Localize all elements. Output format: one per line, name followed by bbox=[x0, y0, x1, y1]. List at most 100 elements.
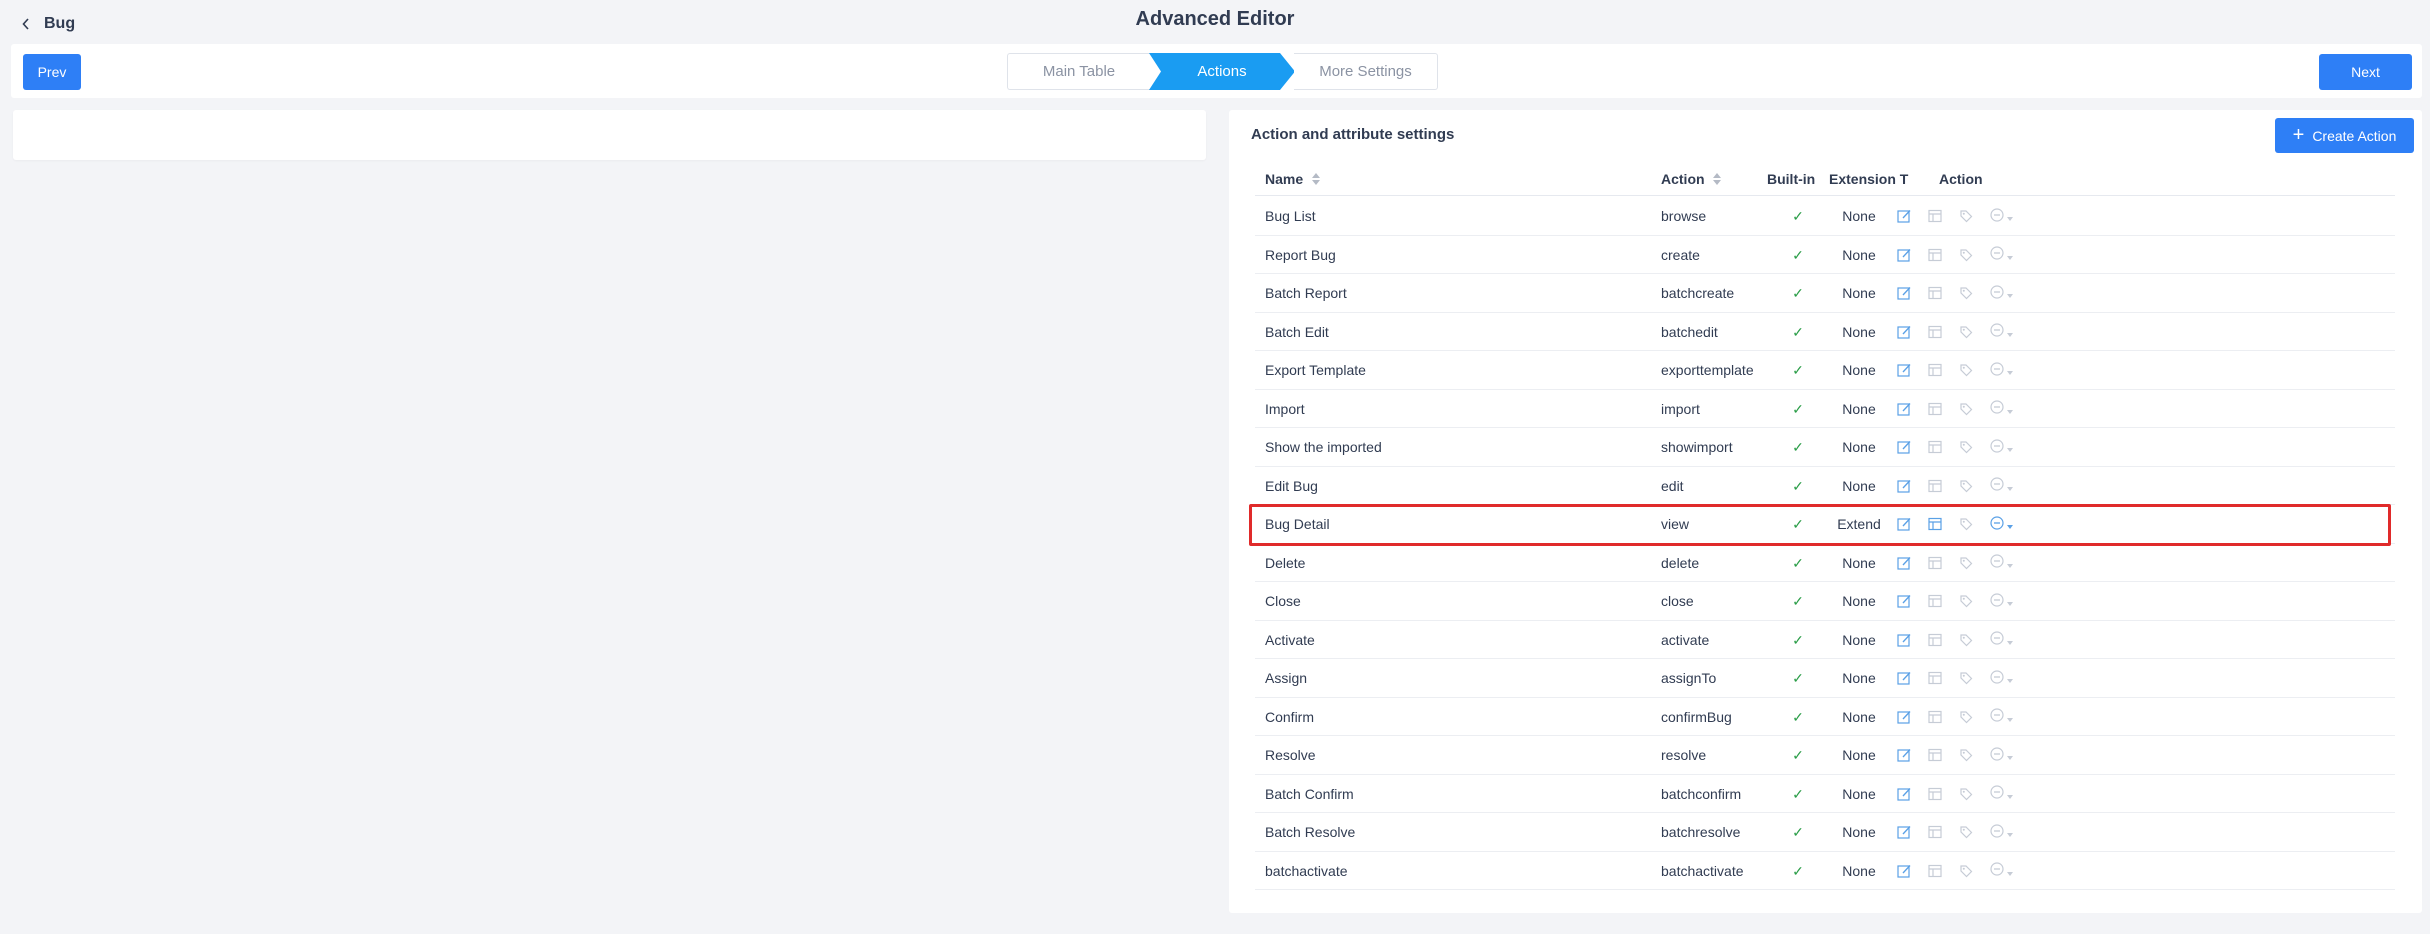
layout-icon[interactable] bbox=[1927, 863, 1943, 879]
layout-icon[interactable] bbox=[1927, 362, 1943, 378]
layout-icon[interactable] bbox=[1927, 439, 1943, 455]
tag-icon[interactable] bbox=[1958, 439, 1974, 455]
table-row[interactable]: Delete delete ✓ None bbox=[1255, 544, 2395, 582]
more-menu-button[interactable] bbox=[1989, 284, 2013, 303]
more-menu-button[interactable] bbox=[1989, 861, 2013, 880]
tag-icon[interactable] bbox=[1958, 555, 1974, 571]
layout-icon[interactable] bbox=[1927, 747, 1943, 763]
tag-icon[interactable] bbox=[1958, 516, 1974, 532]
layout-icon[interactable] bbox=[1927, 670, 1943, 686]
edit-icon[interactable] bbox=[1896, 324, 1912, 340]
layout-icon[interactable] bbox=[1927, 593, 1943, 609]
table-row[interactable]: Report Bug create ✓ None bbox=[1255, 236, 2395, 274]
edit-icon[interactable] bbox=[1896, 516, 1912, 532]
column-action-header[interactable]: Action bbox=[1661, 162, 1722, 196]
step-more-settings[interactable]: More Settings bbox=[1294, 53, 1438, 90]
more-menu-button[interactable] bbox=[1989, 784, 2013, 803]
edit-icon[interactable] bbox=[1896, 709, 1912, 725]
more-menu-button[interactable] bbox=[1989, 438, 2013, 457]
tag-icon[interactable] bbox=[1958, 670, 1974, 686]
step-main-table[interactable]: Main Table bbox=[1007, 53, 1150, 90]
table-row[interactable]: Batch Resolve batchresolve ✓ None bbox=[1255, 813, 2395, 852]
layout-icon[interactable] bbox=[1927, 709, 1943, 725]
layout-icon[interactable] bbox=[1927, 555, 1943, 571]
next-button[interactable]: Next bbox=[2319, 54, 2412, 90]
table-row[interactable]: Batch Report batchcreate ✓ None bbox=[1255, 274, 2395, 313]
table-row[interactable]: Activate activate ✓ None bbox=[1255, 621, 2395, 659]
table-row[interactable]: Bug Detail view ✓ Extend bbox=[1255, 505, 2395, 544]
tag-icon[interactable] bbox=[1958, 247, 1974, 263]
more-menu-button[interactable] bbox=[1989, 669, 2013, 688]
create-action-button[interactable]: + Create Action bbox=[2275, 118, 2414, 153]
tag-icon[interactable] bbox=[1958, 863, 1974, 879]
edit-icon[interactable] bbox=[1896, 247, 1912, 263]
tag-icon[interactable] bbox=[1958, 478, 1974, 494]
table-row[interactable]: Confirm confirmBug ✓ None bbox=[1255, 698, 2395, 736]
layout-icon[interactable] bbox=[1927, 285, 1943, 301]
more-menu-button[interactable] bbox=[1989, 553, 2013, 572]
tag-icon[interactable] bbox=[1958, 401, 1974, 417]
tag-icon[interactable] bbox=[1958, 285, 1974, 301]
more-menu-button[interactable] bbox=[1989, 707, 2013, 726]
edit-icon[interactable] bbox=[1896, 747, 1912, 763]
table-row[interactable]: Close close ✓ None bbox=[1255, 582, 2395, 621]
tag-icon[interactable] bbox=[1958, 593, 1974, 609]
edit-icon[interactable] bbox=[1896, 285, 1912, 301]
table-row[interactable]: Assign assignTo ✓ None bbox=[1255, 659, 2395, 698]
tag-icon[interactable] bbox=[1958, 709, 1974, 725]
more-menu-button[interactable] bbox=[1989, 245, 2013, 264]
layout-icon[interactable] bbox=[1927, 478, 1943, 494]
layout-icon[interactable] bbox=[1927, 247, 1943, 263]
layout-icon[interactable] bbox=[1927, 786, 1943, 802]
table-row[interactable]: Show the imported showimport ✓ None bbox=[1255, 428, 2395, 467]
more-menu-button[interactable] bbox=[1989, 207, 2013, 226]
tag-icon[interactable] bbox=[1958, 824, 1974, 840]
more-menu-button[interactable] bbox=[1989, 399, 2013, 418]
tag-icon[interactable] bbox=[1958, 632, 1974, 648]
column-name-header[interactable]: Name bbox=[1265, 162, 1321, 196]
edit-icon[interactable] bbox=[1896, 362, 1912, 378]
more-menu-button[interactable] bbox=[1989, 823, 2013, 842]
table-row[interactable]: Export Template exporttemplate ✓ None bbox=[1255, 351, 2395, 390]
table-row[interactable]: Import import ✓ None bbox=[1255, 390, 2395, 428]
layout-icon[interactable] bbox=[1927, 516, 1943, 532]
more-menu-button[interactable] bbox=[1989, 322, 2013, 341]
more-menu-button[interactable] bbox=[1989, 476, 2013, 495]
table-row[interactable]: batchactivate batchactivate ✓ None bbox=[1255, 852, 2395, 890]
table-row[interactable]: Batch Confirm batchconfirm ✓ None bbox=[1255, 775, 2395, 813]
edit-icon[interactable] bbox=[1896, 593, 1912, 609]
edit-icon[interactable] bbox=[1896, 208, 1912, 224]
more-menu-button[interactable] bbox=[1989, 515, 2013, 534]
more-menu-button[interactable] bbox=[1989, 361, 2013, 380]
tag-icon[interactable] bbox=[1958, 786, 1974, 802]
edit-icon[interactable] bbox=[1896, 824, 1912, 840]
edit-icon[interactable] bbox=[1896, 555, 1912, 571]
table-row[interactable]: Bug List browse ✓ None bbox=[1255, 197, 2395, 236]
prev-button[interactable]: Prev bbox=[23, 54, 81, 90]
edit-icon[interactable] bbox=[1896, 786, 1912, 802]
table-row[interactable]: Edit Bug edit ✓ None bbox=[1255, 467, 2395, 505]
table-row[interactable]: Resolve resolve ✓ None bbox=[1255, 736, 2395, 775]
table-row[interactable]: Batch Edit batchedit ✓ None bbox=[1255, 313, 2395, 351]
tag-icon[interactable] bbox=[1958, 747, 1974, 763]
edit-icon[interactable] bbox=[1896, 401, 1912, 417]
row-action: browse bbox=[1661, 208, 1707, 224]
edit-icon[interactable] bbox=[1896, 670, 1912, 686]
layout-icon[interactable] bbox=[1927, 824, 1943, 840]
tag-icon[interactable] bbox=[1958, 208, 1974, 224]
more-menu-button[interactable] bbox=[1989, 746, 2013, 765]
more-menu-button[interactable] bbox=[1989, 592, 2013, 611]
edit-icon[interactable] bbox=[1896, 439, 1912, 455]
layout-icon[interactable] bbox=[1927, 324, 1943, 340]
tag-icon[interactable] bbox=[1958, 324, 1974, 340]
edit-icon[interactable] bbox=[1896, 632, 1912, 648]
layout-icon[interactable] bbox=[1927, 632, 1943, 648]
edit-icon[interactable] bbox=[1896, 863, 1912, 879]
step-actions[interactable]: Actions bbox=[1149, 53, 1295, 90]
row-name: batchactivate bbox=[1265, 862, 1348, 879]
edit-icon[interactable] bbox=[1896, 478, 1912, 494]
layout-icon[interactable] bbox=[1927, 208, 1943, 224]
more-menu-button[interactable] bbox=[1989, 630, 2013, 649]
layout-icon[interactable] bbox=[1927, 401, 1943, 417]
tag-icon[interactable] bbox=[1958, 362, 1974, 378]
